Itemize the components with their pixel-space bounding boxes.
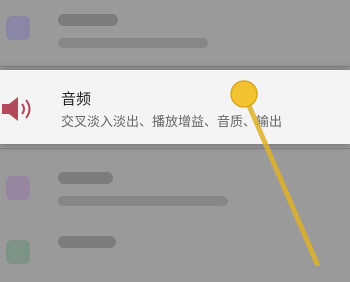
list-item-title (58, 236, 116, 248)
audio-settings-item[interactable]: 音频 交叉淡入淡出、播放增益、音质、输出 (0, 70, 350, 144)
list-item-subtitle (58, 38, 208, 48)
list-item-icon (6, 176, 30, 200)
list-item-icon (6, 16, 30, 40)
item-subtitle: 交叉淡入淡出、播放增益、音质、输出 (61, 115, 283, 130)
list-item (0, 4, 350, 64)
list-item (0, 222, 350, 282)
speaker-icon (2, 97, 31, 121)
divider (0, 66, 350, 67)
list-item-title (58, 172, 113, 184)
list-item-icon (6, 240, 30, 264)
list-item-subtitle (58, 196, 228, 206)
list-item (0, 160, 350, 220)
list-item-title (58, 14, 118, 26)
item-title: 音频 (61, 90, 92, 108)
divider (0, 148, 350, 149)
